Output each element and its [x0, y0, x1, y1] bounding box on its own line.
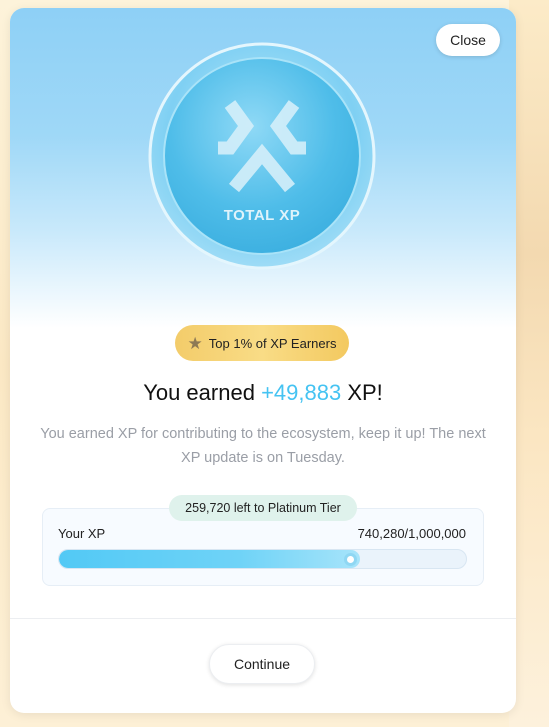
description-text: You earned XP for contributing to the ec…	[40, 426, 486, 466]
coin-label: TOTAL XP	[224, 207, 301, 224]
star-icon: ★	[187, 333, 203, 353]
rank-badge-label: Top 1% of XP Earners	[208, 335, 337, 351]
your-xp-label: Your XP	[58, 526, 106, 541]
footer-divider	[10, 618, 516, 619]
continue-button[interactable]: Continue	[209, 644, 315, 684]
total-xp-coin: TOTAL XP	[148, 42, 376, 270]
close-button[interactable]: Close	[436, 24, 500, 56]
rank-badge: ★ Top 1% of XP Earners	[175, 325, 349, 361]
xp-amount: +49,883	[261, 380, 342, 405]
progress-knob	[344, 553, 357, 566]
tier-remaining-pill: 259,720 left to Platinum Tier	[169, 495, 357, 521]
xp-progress-fill	[59, 550, 360, 568]
xp-progress-bar	[58, 549, 467, 569]
headline-suffix: XP!	[347, 380, 383, 405]
headline-prefix: You earned	[143, 380, 255, 405]
xp-value-text: 740,280/1,000,000	[357, 526, 466, 541]
xp-earned-modal: Close TOTAL XP ★ Top 1% of XP Earners Yo…	[10, 8, 516, 713]
earned-headline: You earned +49,883 XP!	[10, 380, 516, 406]
